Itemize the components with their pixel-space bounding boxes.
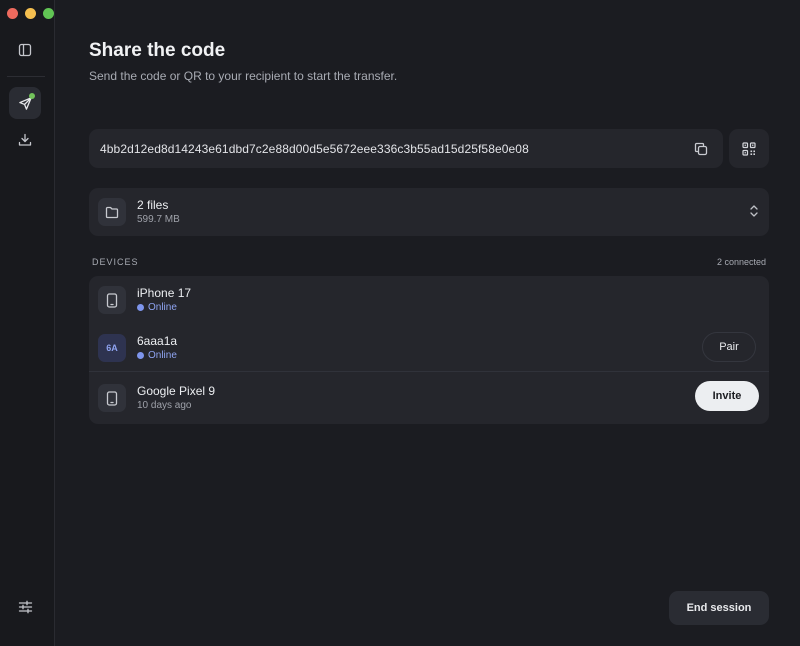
online-dot — [137, 304, 144, 311]
files-selector[interactable]: 2 files 599.7 MB — [89, 188, 769, 236]
page-subtitle: Send the code or QR to your recipient to… — [89, 69, 398, 83]
online-indicator — [29, 93, 35, 99]
device-row[interactable]: Google Pixel 9 10 days ago Invite — [89, 374, 769, 422]
device-last-seen: 10 days ago — [137, 400, 192, 411]
device-name: iPhone 17 — [137, 286, 192, 300]
device-status: Online — [137, 350, 177, 361]
devices-count: 2 connected — [716, 257, 766, 267]
sidebar-item-receive[interactable] — [9, 124, 41, 156]
device-initials-badge: 6A — [98, 334, 126, 362]
device-status-text: Online — [148, 350, 177, 361]
device-row[interactable]: 6A 6aaa1a Online Pair — [89, 324, 769, 372]
chevron-up-down-icon — [749, 204, 759, 218]
share-code-text[interactable]: 4bb2d12ed8d14243e61dbd7c2e88d00d5e5672ee… — [100, 142, 529, 156]
folder-icon — [105, 206, 119, 219]
sidebar-toggle-button[interactable] — [9, 34, 41, 66]
pair-button[interactable]: Pair — [702, 332, 756, 362]
end-session-button[interactable]: End session — [669, 591, 769, 625]
page-title: Share the code — [89, 40, 226, 61]
main-content: Share the code Send the code or QR to yo… — [56, 0, 800, 646]
online-dot — [137, 352, 144, 359]
app-window: Share the code Send the code or QR to yo… — [0, 0, 800, 646]
folder-tile — [98, 198, 126, 226]
invite-button[interactable]: Invite — [695, 381, 759, 411]
device-status: Online — [137, 302, 177, 313]
devices-heading: DEVICES — [92, 257, 139, 267]
phone-icon — [106, 292, 118, 308]
device-name: 6aaa1a — [137, 334, 178, 348]
device-tile — [98, 286, 126, 314]
device-tile — [98, 384, 126, 412]
sidebar-item-send[interactable] — [9, 87, 41, 119]
minimize-window-button[interactable] — [25, 8, 36, 19]
copy-icon — [694, 142, 708, 156]
devices-list: iPhone 17 Online 6A 6aaa1a Online Pair G… — [89, 276, 769, 424]
device-status-text: Online — [148, 302, 177, 313]
sidebar — [0, 0, 55, 646]
device-row[interactable]: iPhone 17 Online — [89, 276, 769, 324]
show-qr-button[interactable] — [729, 129, 769, 168]
files-size: 599.7 MB — [137, 214, 180, 225]
settings-sliders-icon — [18, 600, 33, 614]
close-window-button[interactable] — [7, 8, 18, 19]
sidebar-toggle-icon — [18, 43, 32, 57]
device-name: Google Pixel 9 — [137, 384, 216, 398]
window-controls — [7, 8, 54, 19]
settings-button[interactable] — [9, 591, 41, 623]
download-icon — [18, 133, 32, 147]
share-code-field[interactable]: 4bb2d12ed8d14243e61dbd7c2e88d00d5e5672ee… — [89, 129, 723, 168]
qr-code-icon — [742, 141, 756, 156]
copy-code-button[interactable] — [692, 140, 709, 157]
files-count: 2 files — [137, 198, 169, 212]
maximize-window-button[interactable] — [43, 8, 54, 19]
phone-icon — [106, 390, 118, 406]
sidebar-divider — [7, 76, 45, 77]
